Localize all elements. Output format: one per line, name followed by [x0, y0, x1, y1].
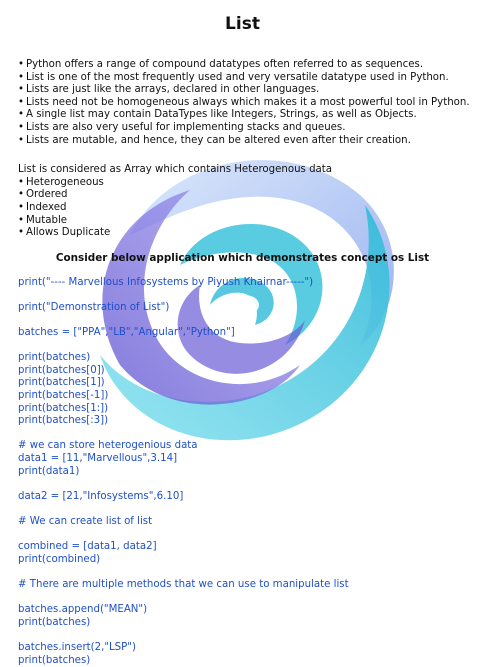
code-line: data1 = [11,"Marvellous",3.14] [18, 453, 178, 465]
code-line: print(batches[:3]) [18, 415, 109, 427]
list-item: Mutable [18, 215, 467, 228]
list-item: Lists need not be homogeneous always whi… [18, 97, 470, 110]
code-comment-line: # we can store heterogenious data [18, 440, 198, 452]
list-item: A single list may contain DataTypes like… [18, 109, 467, 122]
code-line: print(combined) [18, 553, 101, 565]
list-item: Allows Duplicate [18, 227, 467, 240]
code-comment-line: # We can create list of list [18, 516, 153, 527]
code-line: print("Demonstration of List") [18, 301, 170, 313]
section-heading: Consider below application which demonst… [55, 251, 430, 264]
code-line: print(batches) [18, 616, 91, 628]
list-item: Lists are also very useful for implement… [18, 122, 467, 135]
code-line: print(batches[0]) [18, 364, 105, 376]
code-line: print(batches[1]) [18, 377, 105, 389]
properties-list: Heterogeneous Ordered Indexed Mutable Al… [18, 177, 467, 240]
code-line: batches.insert(2,"LSP") [18, 641, 136, 653]
list-item: Lists are mutable, and hence, they can b… [18, 135, 467, 148]
list-item: Python offers a range of compound dataty… [18, 59, 467, 72]
code-line: print(batches[1:]) [18, 402, 109, 414]
list-item: Heterogeneous [18, 177, 467, 190]
code-line: batches = ["PPA","LB","Angular","Python"… [18, 327, 235, 339]
list-item: List is one of the most frequently used … [18, 72, 467, 85]
list-item: Indexed [18, 202, 467, 215]
overview-bullet-list: Python offers a range of compound dataty… [18, 59, 470, 148]
list-item: Lists are just like the arrays, declared… [18, 84, 467, 97]
code-line: combined = [data1, data2] [18, 541, 157, 553]
list-item: Ordered [18, 189, 467, 202]
document-page: List Python offers a range of compound d… [0, 0, 485, 667]
page-title: List [225, 14, 260, 34]
code-block: print("---- Marvellous Infosystems by Pi… [18, 277, 467, 667]
code-line: data2 = [21,"Infosystems",6.10] [18, 490, 184, 502]
code-line: print(batches) [18, 654, 91, 666]
code-line: print(batches) [18, 352, 91, 364]
code-line: print("---- Marvellous Infosystems by Pi… [18, 276, 314, 288]
intro-text: List is considered as Array which contai… [18, 164, 333, 176]
code-line: print(batches[-1]) [18, 390, 109, 402]
code-line: batches.append("MEAN") [18, 604, 148, 616]
code-line: print(data1) [18, 465, 80, 477]
code-comment-line: # There are multiple methods that we can… [18, 578, 349, 590]
